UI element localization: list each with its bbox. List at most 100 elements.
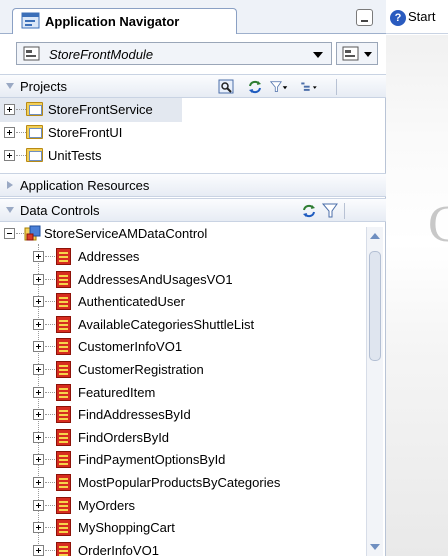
data-collection-name: FeaturedItem [78,384,156,400]
application-navigator-icon [21,12,40,29]
collapse-triangle-icon [6,83,14,89]
tree-item-data-collection[interactable]: FindPaymentOptionsById [0,448,360,472]
expand-triangle-icon [7,181,13,189]
tree-options-icon[interactable] [300,78,318,96]
expand-icon[interactable] [33,318,44,330]
project-folder-icon [26,148,43,162]
tab-application-navigator[interactable]: Application Navigator [12,8,237,34]
data-collection-icon [56,293,71,311]
scroll-down-arrow-icon[interactable] [370,544,380,550]
tree-connector [16,233,24,234]
data-collection-icon [56,519,71,537]
expand-icon[interactable] [33,544,44,556]
data-collection-icon [56,428,71,446]
module-name: StoreFrontModule [49,47,154,62]
tree-item-data-collection[interactable]: CustomerRegistration [0,358,360,382]
expand-icon[interactable] [33,296,44,308]
tree-connector [45,549,55,551]
expand-icon[interactable] [33,522,44,534]
tree-item-data-collection[interactable]: Addresses [0,245,360,269]
tree-item-data-collection[interactable]: FindOrdersById [0,426,360,450]
data-collection-name: MyOrders [78,497,136,513]
refresh-icon[interactable] [300,202,318,220]
minimize-button[interactable] [356,9,373,26]
expand-icon[interactable] [33,386,44,398]
tree-item-storefrontservice[interactable]: StoreFrontService [0,98,182,122]
tree-item-data-collection[interactable]: FeaturedItem [0,381,360,405]
tree-item-data-collection[interactable]: FindAddressesById [0,403,360,427]
application-resources-label: Application Resources [20,178,150,193]
tree-connector [45,527,55,529]
tree-connector [45,504,55,506]
application-navigator-panel: Application Navigator StoreFrontModule P [0,0,386,556]
scroll-up-arrow-icon[interactable] [370,233,380,239]
module-selector-row: StoreFrontModule [0,34,386,74]
start-tab-label: Start [408,9,436,24]
data-collection-icon [56,338,71,356]
tree-connector [45,369,55,370]
tree-connector [45,346,55,348]
expand-icon[interactable] [33,499,44,511]
expand-icon[interactable] [33,364,44,375]
tree-item-data-collection[interactable]: CustomerInfoVO1 [0,335,360,359]
tree-item-data-control-root[interactable]: StoreServiceAMDataControl [0,222,250,246]
vertical-scrollbar[interactable] [366,227,383,556]
tree-item-storefrontui[interactable]: StoreFrontUI [0,121,180,145]
data-collection-icon [56,270,71,288]
scrollbar-thumb[interactable] [369,251,381,361]
data-collection-name: CustomerInfoVO1 [78,339,183,355]
module-icon [23,46,40,61]
tab-start[interactable]: ? Start [390,9,435,26]
data-collection-icon [56,474,71,491]
expand-icon[interactable] [4,150,15,161]
start-page-logo: C [428,196,448,253]
collapse-triangle-icon [6,207,14,213]
expand-icon[interactable] [33,454,44,466]
toolbar-separator [336,79,337,95]
tree-item-data-collection[interactable]: AvailableCategoriesShuttleList [0,313,360,337]
tree-item-data-collection[interactable]: MyShoppingCart [0,516,360,540]
expand-icon[interactable] [33,273,44,285]
data-collection-name: Addresses [78,249,140,264]
tree-item-data-collection[interactable]: AuthenticatedUser [0,290,360,314]
tree-connector [45,256,55,257]
funnel-filter-icon[interactable] [270,78,288,96]
expand-icon[interactable] [33,431,44,443]
help-icon: ? [390,10,406,26]
data-collection-name: CustomerRegistration [78,362,204,377]
data-collection-icon [56,451,71,469]
tree-connector [45,436,55,438]
expand-icon[interactable] [33,251,44,262]
tree-item-data-collection[interactable]: AddressesAndUsagesVO1 [0,268,360,292]
tree-item-data-collection[interactable]: OrderInfoVO1 [0,539,360,556]
data-collection-icon [56,361,71,378]
data-controls-label: Data Controls [20,203,100,218]
refresh-icon[interactable] [246,78,264,96]
data-control-icon [24,225,41,241]
expand-icon[interactable] [4,104,15,115]
data-collection-name: MyShoppingCart [78,520,175,536]
funnel-filter-icon[interactable] [322,202,340,220]
module-dropdown[interactable]: StoreFrontModule [16,42,332,65]
tree-item-data-collection[interactable]: MyOrders [0,494,360,518]
expand-icon[interactable] [4,127,15,138]
data-controls-section-header[interactable]: Data Controls [0,198,386,222]
data-collection-name: MostPopularProductsByCategories [78,475,281,490]
module-options-button[interactable] [336,42,378,65]
projects-section-header[interactable]: Projects [0,74,386,98]
tree-connector [16,132,26,133]
collapse-icon[interactable] [4,228,15,239]
tree-item-unittests[interactable]: UnitTests [0,144,180,168]
expand-icon[interactable] [33,341,44,353]
navigator-tab-bar: Application Navigator [0,0,386,34]
tree-connector [45,391,55,393]
data-collection-icon [56,315,71,333]
module-menu-icon [342,46,372,61]
filter-projects-icon[interactable] [218,78,236,96]
application-resources-section-header[interactable]: Application Resources [0,173,386,197]
data-collection-name: AvailableCategoriesShuttleList [78,316,255,332]
data-control-name: StoreServiceAMDataControl [44,226,208,241]
expand-icon[interactable] [33,409,44,421]
expand-icon[interactable] [33,477,44,488]
tree-item-data-collection[interactable]: MostPopularProductsByCategories [0,471,360,495]
